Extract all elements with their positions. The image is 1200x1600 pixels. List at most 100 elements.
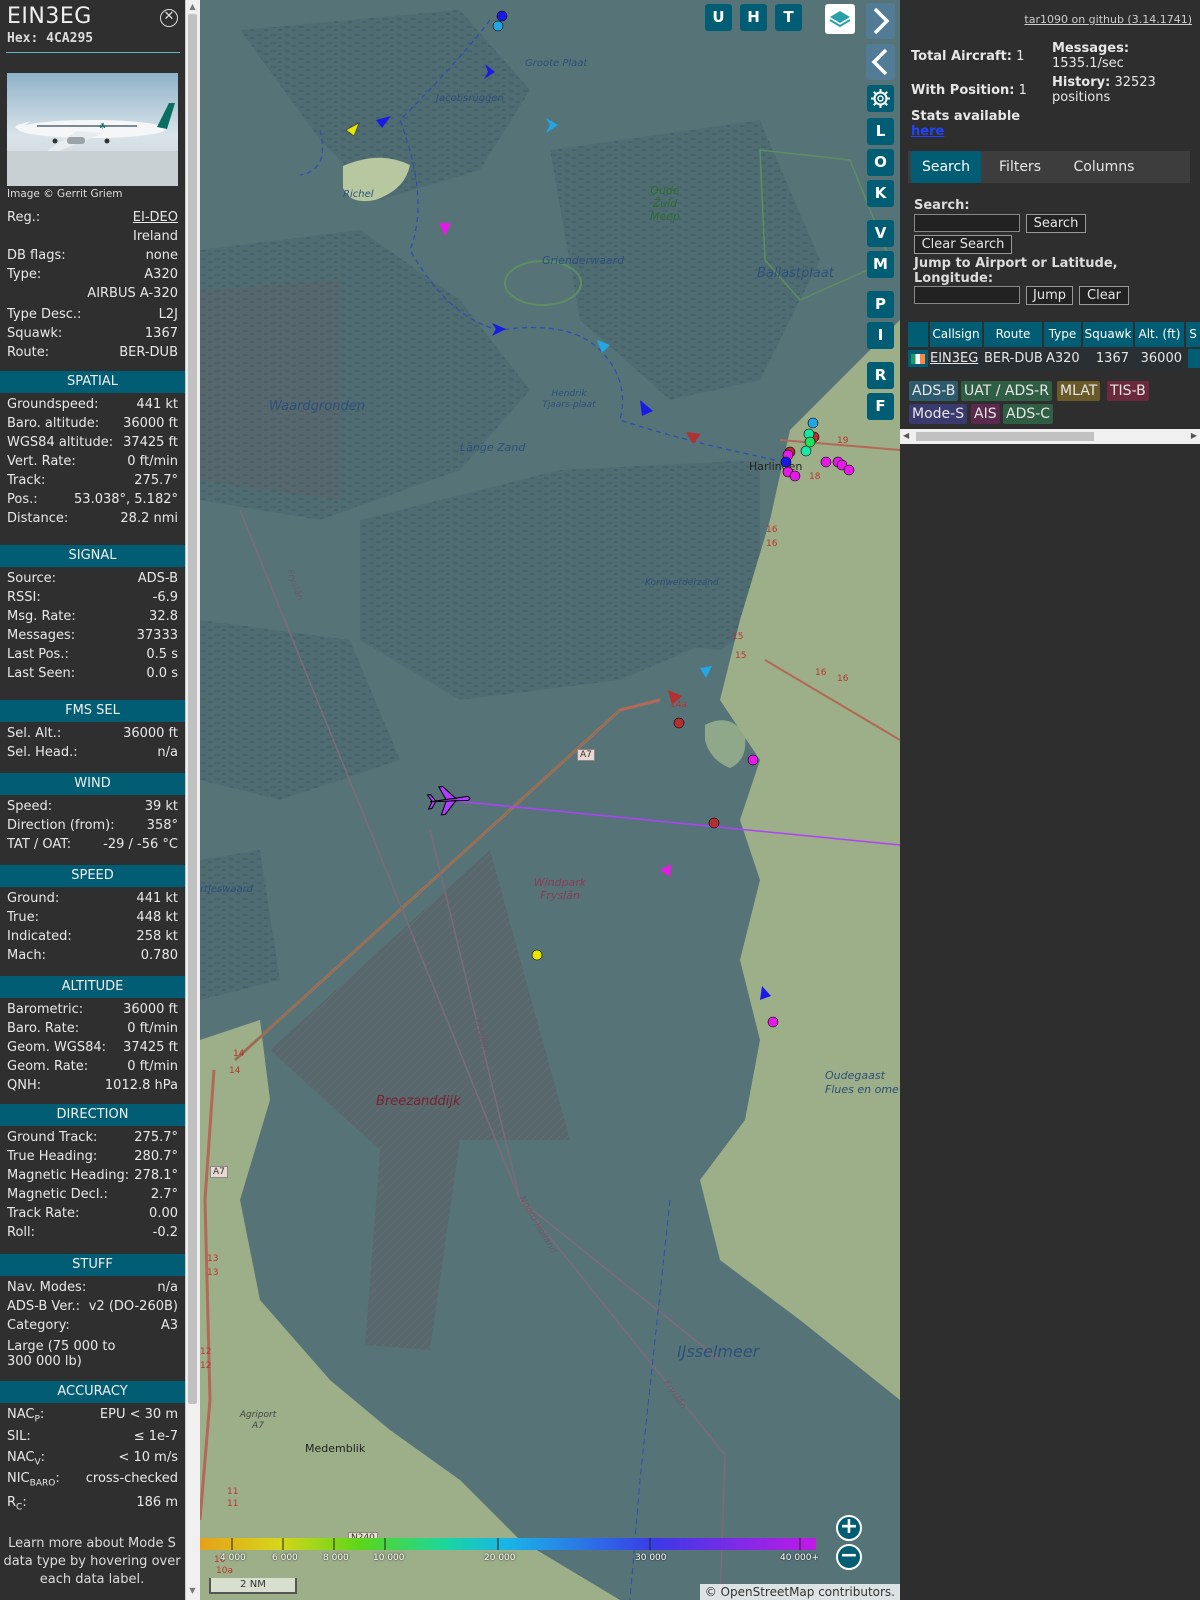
table-header-altitude[interactable]: Alt. (ft) bbox=[1135, 322, 1184, 347]
search-button[interactable]: Search bbox=[1026, 214, 1086, 233]
info-row[interactable]: Type Desc.: L2J bbox=[7, 307, 178, 325]
info-row[interactable]: Magnetic Heading: 278.1° bbox=[7, 1168, 178, 1186]
map-button-u[interactable]: U bbox=[705, 4, 732, 31]
github-link[interactable]: tar1090 on github (3.14.1741) bbox=[1024, 13, 1192, 26]
scroll-up-icon[interactable]: ▲ bbox=[188, 2, 197, 11]
info-row[interactable]: ADS-B Ver.: v2 (DO-260B) bbox=[7, 1299, 178, 1317]
aircraft-marker[interactable] bbox=[789, 470, 801, 482]
info-row[interactable]: Route: BER-DUB bbox=[7, 345, 178, 363]
info-row[interactable]: Sel. Head.: n/a bbox=[7, 745, 178, 763]
aircraft-marker[interactable] bbox=[820, 456, 832, 468]
aircraft-marker[interactable] bbox=[780, 456, 792, 468]
jump-input[interactable] bbox=[914, 286, 1020, 304]
aircraft-marker[interactable] bbox=[800, 445, 812, 457]
vessel-marker[interactable] bbox=[686, 432, 701, 444]
info-row[interactable]: Indicated: 258 kt bbox=[7, 929, 178, 947]
info-row[interactable]: RSSI: -6.9 bbox=[7, 590, 178, 608]
chevron-right-icon[interactable] bbox=[866, 3, 895, 39]
vessel-marker[interactable] bbox=[376, 116, 391, 128]
info-row[interactable]: Track Rate: 0.00 bbox=[7, 1206, 178, 1224]
info-row[interactable]: Distance: 28.2 nmi bbox=[7, 511, 178, 529]
info-row[interactable]: Last Pos.: 0.5 s bbox=[7, 647, 178, 665]
info-row[interactable]: AIRBUS A-320 bbox=[7, 286, 178, 304]
aircraft-marker[interactable] bbox=[843, 464, 855, 476]
vessel-marker[interactable] bbox=[546, 118, 558, 133]
info-row[interactable]: Category: A3 bbox=[7, 1318, 178, 1336]
info-row[interactable]: Magnetic Decl.: 2.7° bbox=[7, 1187, 178, 1205]
info-row[interactable]: Nav. Modes: n/a bbox=[7, 1280, 178, 1298]
info-row[interactable]: NICBARO: cross-checked bbox=[7, 1471, 178, 1489]
table-header-callsign[interactable]: Callsign bbox=[930, 322, 982, 347]
info-row[interactable]: True: 448 kt bbox=[7, 910, 178, 928]
info-row[interactable]: Track: 275.7° bbox=[7, 473, 178, 491]
aircraft-marker[interactable] bbox=[531, 949, 543, 961]
map-button-h[interactable]: H bbox=[740, 4, 767, 31]
aircraft-marker[interactable] bbox=[807, 417, 819, 429]
selected-aircraft-icon[interactable] bbox=[426, 784, 471, 816]
vessel-marker[interactable] bbox=[345, 122, 360, 137]
source-badge-mlat[interactable]: MLAT bbox=[1057, 381, 1101, 401]
table-header-squawk[interactable]: Squawk bbox=[1083, 322, 1133, 347]
left-panel-scrollbar[interactable]: ▲ ▼ bbox=[185, 0, 200, 1600]
info-row[interactable]: Baro. Rate: 0 ft/min bbox=[7, 1021, 178, 1039]
search-input[interactable] bbox=[914, 214, 1020, 232]
info-row[interactable]: True Heading: 280.7° bbox=[7, 1149, 178, 1167]
map-button-m[interactable]: M bbox=[867, 251, 894, 278]
map-attribution[interactable]: © OpenStreetMap contributors. bbox=[699, 1584, 900, 1600]
section-header-wind[interactable]: WIND bbox=[0, 773, 185, 795]
source-badge-ais[interactable]: AIS bbox=[971, 404, 1000, 424]
source-badge-uat-ads-r[interactable]: UAT / ADS-R bbox=[961, 381, 1052, 401]
map-button-p[interactable]: P bbox=[867, 291, 894, 318]
section-header-spatial[interactable]: SPATIAL bbox=[0, 371, 185, 393]
info-row[interactable]: Pos.: 53.038°, 5.182° bbox=[7, 492, 178, 510]
info-row[interactable]: Msg. Rate: 32.8 bbox=[7, 609, 178, 627]
section-header-direction[interactable]: DIRECTION bbox=[0, 1104, 185, 1126]
map-button-v[interactable]: V bbox=[867, 220, 894, 247]
vessel-marker[interactable] bbox=[668, 690, 682, 705]
layers-icon[interactable] bbox=[825, 4, 855, 34]
vessel-marker[interactable] bbox=[660, 864, 671, 877]
section-header-stuff[interactable]: STUFF bbox=[0, 1254, 185, 1276]
clear-button[interactable]: Clear bbox=[1079, 286, 1129, 305]
info-row[interactable]: Sel. Alt.: 36000 ft bbox=[7, 726, 178, 744]
tab-filters[interactable]: Filters bbox=[985, 151, 1055, 183]
map-button-l[interactable]: L bbox=[867, 118, 894, 145]
table-header-route[interactable]: Route bbox=[984, 322, 1042, 347]
aircraft-marker[interactable] bbox=[747, 754, 759, 766]
section-header-speed[interactable]: SPEED bbox=[0, 865, 185, 887]
info-row[interactable]: TAT / OAT: -29 / -56 °C bbox=[7, 837, 178, 855]
section-header-fms-sel[interactable]: FMS SEL bbox=[0, 700, 185, 722]
info-row[interactable]: QNH: 1012.8 hPa bbox=[7, 1078, 178, 1096]
aircraft-photo[interactable]: ☘ bbox=[7, 73, 178, 186]
vessel-marker[interactable] bbox=[700, 666, 712, 678]
vessel-marker[interactable] bbox=[597, 340, 610, 353]
info-row[interactable]: Baro. altitude: 36000 ft bbox=[7, 416, 178, 434]
row-callsign[interactable]: EIN3EG bbox=[930, 349, 978, 368]
table-horizontal-scrollbar[interactable]: ◀ ▶ bbox=[900, 429, 1200, 444]
info-row[interactable]: Messages: 37333 bbox=[7, 628, 178, 646]
hscroll-thumb[interactable] bbox=[916, 432, 1094, 441]
info-row[interactable]: Barometric: 36000 ft bbox=[7, 1002, 178, 1020]
info-row[interactable]: Speed: 39 kt bbox=[7, 799, 178, 817]
vessel-marker[interactable] bbox=[492, 323, 506, 336]
map-button-k[interactable]: K bbox=[867, 180, 894, 207]
vessel-marker[interactable] bbox=[640, 400, 653, 416]
info-row[interactable]: WGS84 altitude: 37425 ft bbox=[7, 435, 178, 453]
aircraft-marker[interactable] bbox=[767, 1016, 779, 1028]
table-header-flag[interactable] bbox=[908, 322, 928, 347]
section-header-altitude[interactable]: ALTITUDE bbox=[0, 976, 185, 998]
map-button-r[interactable]: R bbox=[867, 362, 894, 389]
map-button-i[interactable]: I bbox=[867, 322, 894, 349]
info-row[interactable]: Squawk: 1367 bbox=[7, 326, 178, 344]
section-header-signal[interactable]: SIGNAL bbox=[0, 545, 185, 567]
info-row[interactable]: Mach: 0.780 bbox=[7, 948, 178, 966]
jump-button[interactable]: Jump bbox=[1026, 286, 1073, 305]
chevron-left-icon[interactable] bbox=[866, 44, 895, 80]
aircraft-marker[interactable] bbox=[708, 817, 720, 829]
info-row[interactable]: NACV: < 10 m/s bbox=[7, 1450, 178, 1468]
vessel-marker[interactable] bbox=[760, 986, 771, 1000]
info-row[interactable]: Groundspeed: 441 kt bbox=[7, 397, 178, 415]
clear-search-button[interactable]: Clear Search bbox=[914, 235, 1012, 254]
aircraft-marker[interactable] bbox=[492, 20, 504, 32]
vessel-marker[interactable] bbox=[484, 64, 495, 79]
